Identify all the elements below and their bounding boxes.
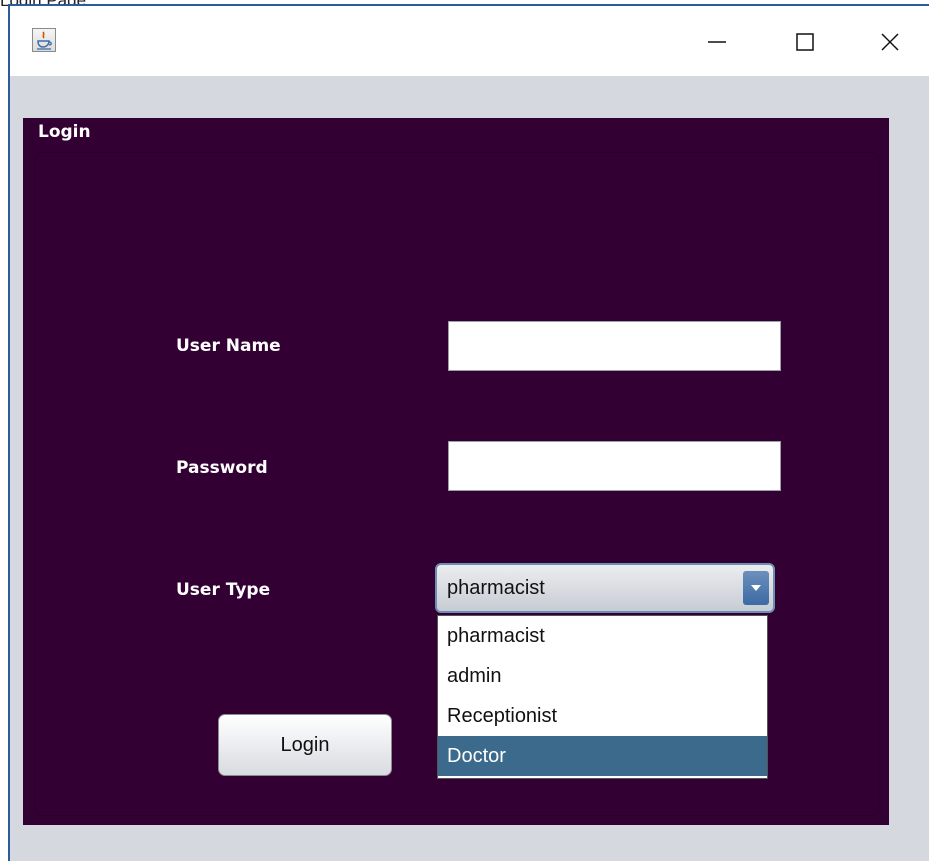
option-doctor[interactable]: Doctor [438, 736, 767, 776]
maximize-icon [796, 33, 814, 51]
user-type-combobox[interactable]: pharmacist [435, 563, 775, 613]
maximize-button[interactable] [785, 24, 825, 60]
username-label: User Name [176, 336, 281, 356]
minimize-icon [708, 41, 726, 43]
panel-title: Login [38, 122, 91, 142]
login-window: Login User Name Password User Type pharm… [8, 4, 929, 861]
minimize-button[interactable] [697, 24, 737, 60]
option-receptionist[interactable]: Receptionist [438, 696, 767, 736]
login-button[interactable]: Login [218, 714, 392, 776]
java-app-icon[interactable] [32, 28, 56, 52]
user-type-label: User Type [176, 580, 271, 600]
close-button[interactable] [870, 24, 910, 60]
dropdown-arrow-button[interactable] [743, 571, 769, 605]
user-type-selected-value: pharmacist [447, 577, 545, 599]
option-pharmacist[interactable]: pharmacist [438, 616, 767, 656]
title-bar[interactable] [10, 6, 929, 76]
user-type-dropdown-list[interactable]: pharmacist admin Receptionist Doctor [437, 615, 768, 779]
username-field[interactable] [448, 321, 781, 371]
password-label: Password [176, 458, 268, 478]
password-field[interactable] [448, 441, 781, 491]
close-icon [881, 33, 899, 51]
option-admin[interactable]: admin [438, 656, 767, 696]
chevron-down-icon [751, 585, 761, 591]
